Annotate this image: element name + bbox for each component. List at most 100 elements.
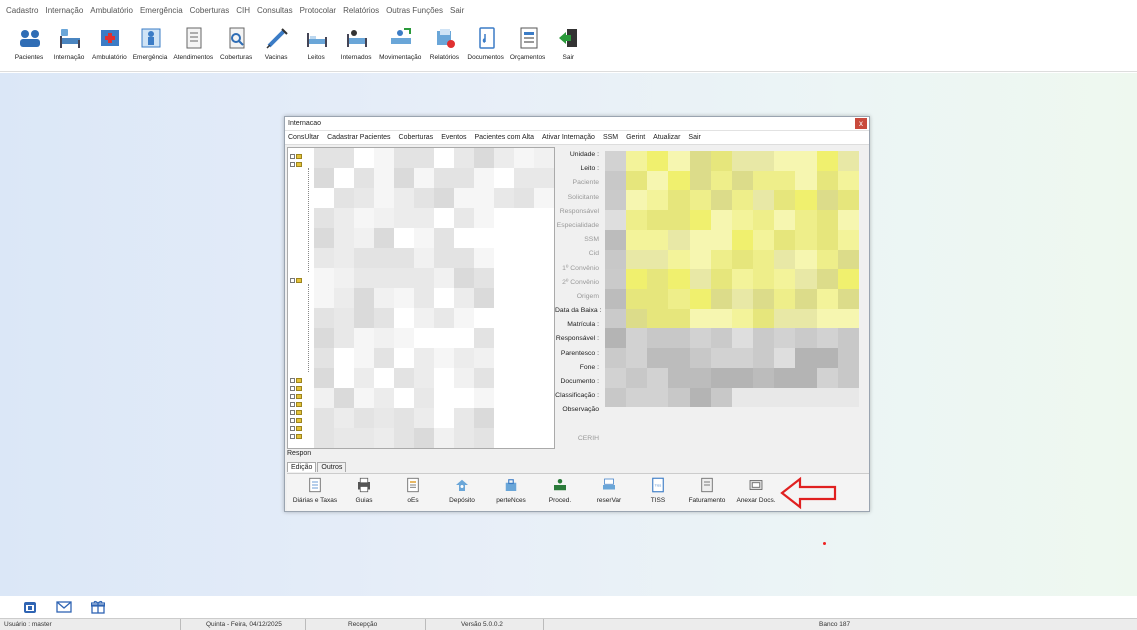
toolbar-label: Movimentação (379, 54, 422, 61)
patient-tree[interactable] (287, 147, 555, 449)
toolbar-button-oramentos[interactable]: Orçamentos (510, 20, 545, 61)
menu-item-0[interactable]: Cadastro (6, 6, 38, 15)
close-button[interactable]: x (855, 118, 867, 129)
window-menu-item-2[interactable]: Coberturas (399, 134, 434, 141)
toolbar-button-internados[interactable]: Internados (339, 20, 373, 61)
syringe-icon (263, 24, 289, 50)
tree-node[interactable] (290, 276, 306, 284)
window-menu-item-3[interactable]: Eventos (441, 134, 466, 141)
tree-node[interactable] (290, 160, 306, 168)
toolbar-button-leitos[interactable]: Leitos (299, 20, 333, 61)
menu-item-5[interactable]: CIH (236, 6, 250, 15)
window-menu-item-9[interactable]: Sair (688, 134, 700, 141)
action-label: Guias (355, 497, 373, 504)
hospital-bed-icon (303, 24, 329, 50)
tree-node[interactable] (290, 408, 306, 416)
action-button-5[interactable]: Proced. (536, 474, 584, 504)
toolbar-label: Relatórios (429, 54, 460, 61)
respon-label: Respon (287, 450, 312, 457)
action-button-1[interactable]: Guias (340, 474, 388, 504)
form-label-12: Matrícula : (567, 321, 599, 329)
window-menu-item-4[interactable]: Pacientes com Alta (474, 134, 534, 141)
toolbar-button-atendimentos[interactable]: Atendimentos (173, 20, 213, 61)
toolbar-button-relatrios[interactable]: Relatórios (427, 20, 461, 61)
search-document-icon (223, 24, 249, 50)
calendar-icon[interactable] (22, 600, 38, 614)
menu-item-3[interactable]: Emergência (140, 6, 183, 15)
tree-node[interactable] (290, 416, 306, 424)
billing-icon (698, 476, 716, 494)
action-button-6[interactable]: reserVar (585, 474, 633, 504)
action-button-8[interactable]: Faturamento (683, 474, 731, 504)
toolbar-label: Pacientes (14, 54, 44, 61)
toolbar-label: Atendimentos (173, 54, 214, 61)
patient-bed-icon (343, 24, 369, 50)
window-menu-item-6[interactable]: SSM (603, 134, 618, 141)
tree-node[interactable] (290, 400, 306, 408)
action-button-4[interactable]: perteNces (487, 474, 535, 504)
pixelated-tree-content (314, 148, 554, 448)
action-label: reserVar (596, 497, 622, 504)
budget-icon (515, 24, 541, 50)
tree-node[interactable] (290, 384, 306, 392)
status-bar: Usuário : master Quinta - Feira, 04/12/2… (0, 618, 1137, 630)
toolbar-button-vacinas[interactable]: Vacinas (259, 20, 293, 61)
form-label-15: Fone : (579, 363, 599, 371)
toolbar-label: Coberturas (220, 54, 253, 61)
form-label-17: Classificação : (555, 392, 599, 400)
form-labels: Unidade : Leito : Paciente Solicitante Respo… (555, 151, 601, 449)
tree-node[interactable] (290, 376, 306, 384)
window-menu-item-5[interactable]: Ativar Internação (542, 134, 595, 141)
tree-node[interactable] (290, 392, 306, 400)
toolbar-button-coberturas[interactable]: Coberturas (219, 20, 253, 61)
window-menu-item-7[interactable]: Gerint (626, 134, 645, 141)
toolbar-button-ambulatrio[interactable]: Ambulatório (92, 20, 127, 61)
action-label: Proced. (548, 497, 572, 504)
action-label: perteNces (496, 497, 526, 504)
tree-node[interactable] (290, 432, 306, 440)
toolbar-button-emergncia[interactable]: Emergência (133, 20, 167, 61)
bottom-tray (0, 596, 1137, 618)
menu-item-6[interactable]: Consultas (257, 6, 293, 15)
action-button-7[interactable]: TISS TISS (634, 474, 682, 504)
toolbar-button-pacientes[interactable]: Pacientes (12, 20, 46, 61)
menu-item-10[interactable]: Sair (450, 6, 464, 15)
menu-item-7[interactable]: Protocolar (300, 6, 336, 15)
menu-item-4[interactable]: Coberturas (190, 6, 230, 15)
menu-item-2[interactable]: Ambulatório (90, 6, 133, 15)
tab-strip: Edição Outros (287, 462, 347, 472)
form-label-16: Documento : (560, 378, 599, 385)
action-button-3[interactable]: Depósito (438, 474, 486, 504)
status-bank: Banco 187 (819, 621, 851, 628)
mail-icon[interactable] (56, 600, 72, 614)
toolbar-button-documentos[interactable]: Documentos (467, 20, 504, 61)
action-button-9[interactable]: Anexar Docs. (732, 474, 780, 504)
gift-icon[interactable] (90, 600, 106, 614)
action-button-2[interactable]: oEs (389, 474, 437, 504)
belongings-icon (502, 476, 520, 494)
window-menu-item-0[interactable]: ConsUltar (288, 134, 319, 141)
toolbar-label: Leitos (307, 54, 325, 61)
action-button-0[interactable]: Diárias e Taxas (291, 474, 339, 504)
action-label: Faturamento (688, 497, 726, 504)
toolbar-button-movimentao[interactable]: Movimentação (379, 20, 421, 61)
note-icon (404, 476, 422, 494)
tree-node[interactable] (290, 424, 306, 432)
form-label-18: Observação (562, 406, 599, 414)
form-label-9: 2º Convênio (562, 278, 599, 286)
toolbar-button-internao[interactable]: Internação (52, 20, 86, 61)
tab-edicao[interactable]: Edição (287, 462, 317, 472)
form-label-1: Leito : (580, 165, 599, 173)
form-label-4: Responsável (559, 207, 599, 215)
toolbar-button-sair[interactable]: Sair (551, 20, 585, 61)
window-menu-item-8[interactable]: Atualizar (653, 134, 680, 141)
red-arrow-annotation (780, 476, 837, 510)
menu-item-9[interactable]: Outras Funções (386, 6, 443, 15)
menu-item-1[interactable]: Internação (45, 6, 83, 15)
menu-item-8[interactable]: Relatórios (343, 6, 379, 15)
window-titlebar[interactable]: Internacao x (285, 117, 869, 131)
tab-outros[interactable]: Outros (317, 462, 347, 472)
tree-node[interactable] (290, 152, 306, 160)
form-label-2: Paciente (572, 179, 599, 187)
window-menu-item-1[interactable]: Cadastrar Pacientes (327, 134, 390, 141)
